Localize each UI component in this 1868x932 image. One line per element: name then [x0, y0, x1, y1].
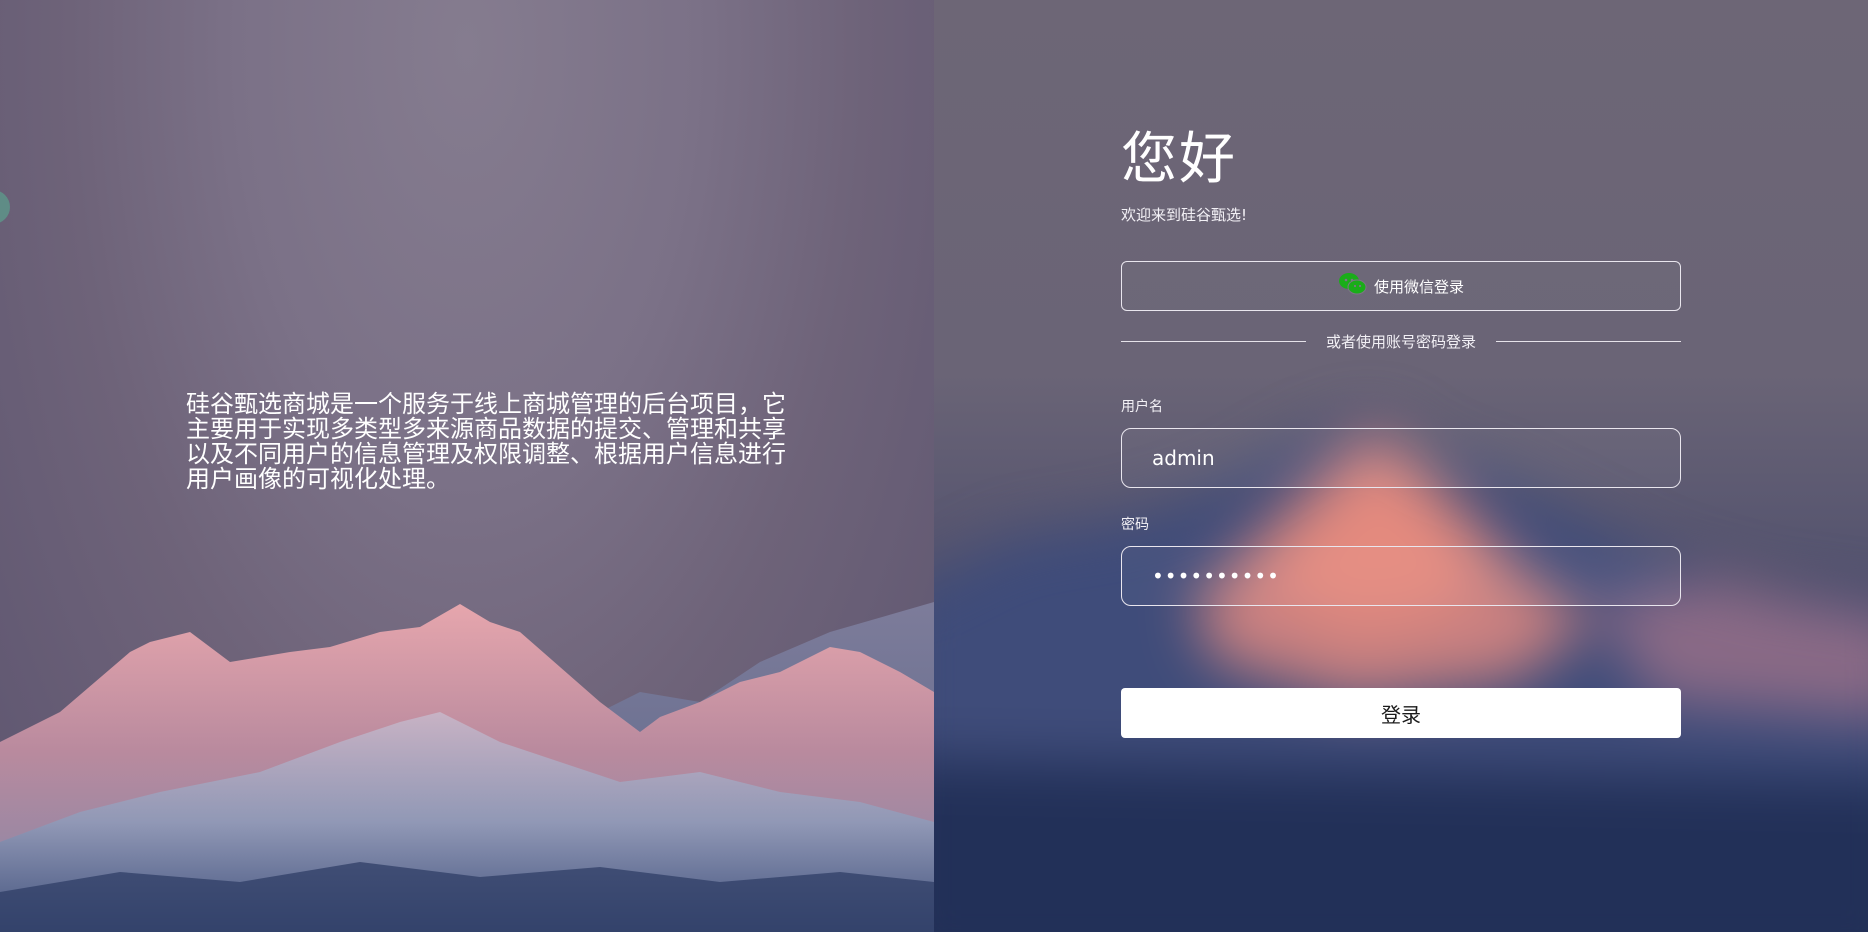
divider-line-left: [1121, 341, 1306, 342]
wechat-login-button[interactable]: 使用微信登录: [1121, 261, 1681, 311]
wechat-icon: [1338, 272, 1368, 300]
login-divider: 或者使用账号密码登录: [1121, 331, 1682, 352]
hero-panel: 硅谷甄选商城是一个服务于线上商城管理的后台项目，它主要用于实现多类型多来源商品数…: [0, 0, 934, 932]
mountain-landscape: [0, 602, 934, 932]
password-input[interactable]: ••••••••••: [1121, 546, 1681, 606]
login-page: 硅谷甄选商城是一个服务于线上商城管理的后台项目，它主要用于实现多类型多来源商品数…: [0, 0, 1868, 932]
username-input[interactable]: admin: [1121, 428, 1681, 488]
username-label: 用户名: [1121, 399, 1163, 415]
login-button[interactable]: 登录: [1121, 688, 1681, 738]
greeting-title: 您好: [1121, 127, 1237, 192]
project-description: 硅谷甄选商城是一个服务于线上商城管理的后台项目，它主要用于实现多类型多来源商品数…: [186, 390, 786, 493]
divider-line-right: [1496, 341, 1682, 342]
welcome-text: 欢迎来到硅谷甄选!: [1121, 206, 1248, 224]
login-form: 您好 欢迎来到硅谷甄选! 使用微信登录 或者使用账号密码登录 用户名 admin: [1121, 120, 1682, 738]
password-label: 密码: [1121, 517, 1149, 533]
divider-label: 或者使用账号密码登录: [1326, 333, 1477, 351]
wechat-login-label: 使用微信登录: [1373, 277, 1464, 296]
